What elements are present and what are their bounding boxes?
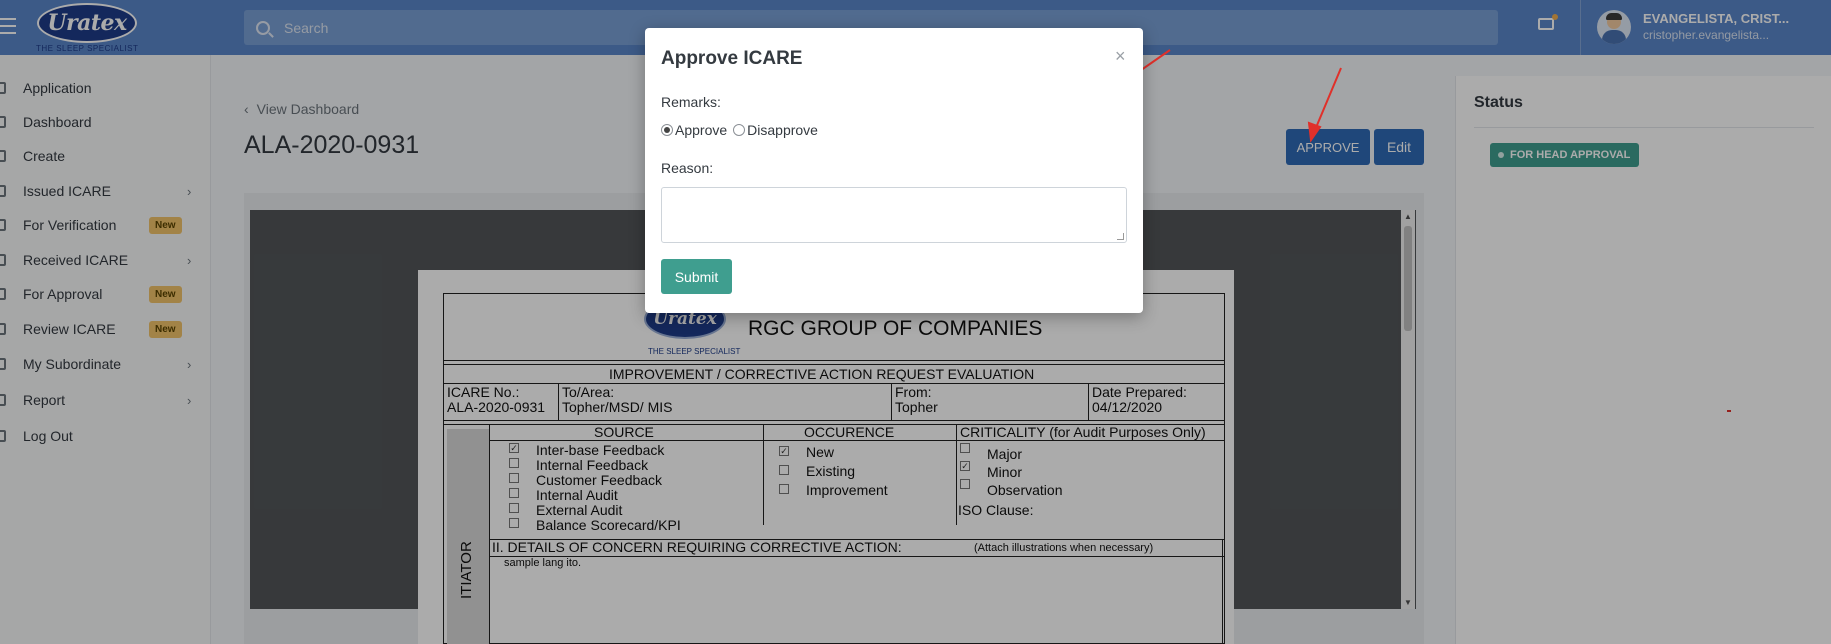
close-icon[interactable]: × bbox=[1115, 46, 1126, 67]
approve-icare-modal: Approve ICARE × Remarks: Approve Disappr… bbox=[645, 28, 1143, 313]
remarks-radio-group: Approve Disapprove bbox=[661, 122, 818, 138]
remarks-label: Remarks: bbox=[661, 94, 721, 110]
disapprove-radio-label[interactable]: Disapprove bbox=[747, 122, 818, 138]
submit-button[interactable]: Submit bbox=[661, 259, 732, 294]
reason-textarea[interactable] bbox=[661, 187, 1127, 243]
reason-label: Reason: bbox=[661, 160, 714, 176]
disapprove-radio[interactable] bbox=[733, 124, 746, 136]
approve-radio[interactable] bbox=[661, 124, 673, 136]
modal-title: Approve ICARE bbox=[661, 48, 803, 69]
approve-radio-label[interactable]: Approve bbox=[675, 122, 727, 138]
